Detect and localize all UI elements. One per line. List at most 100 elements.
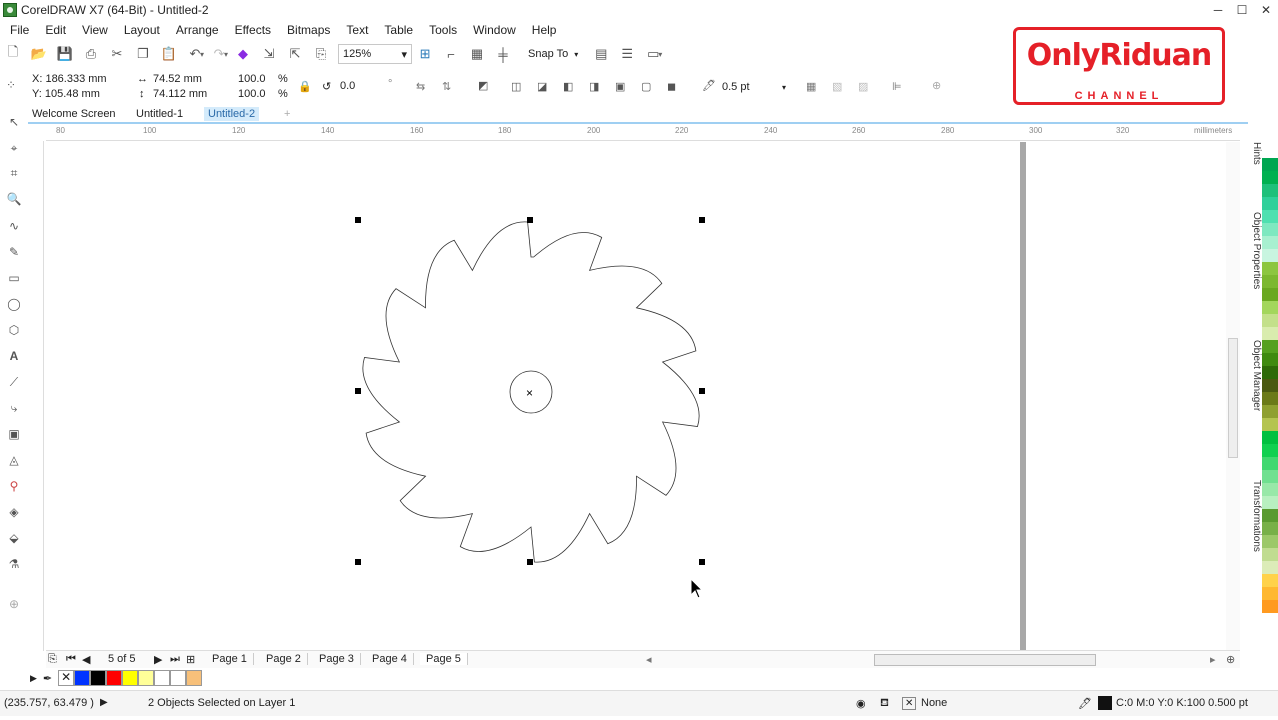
palette-swatch[interactable] <box>1262 587 1278 600</box>
parallel-dimension-tool-icon[interactable]: ⟋ <box>6 374 22 390</box>
eyedropper-icon[interactable]: ✒ <box>43 672 52 685</box>
redo-icon[interactable]: ↷ <box>206 43 232 65</box>
docker-tab-object-manager[interactable]: Object Manager <box>1244 340 1262 411</box>
to-back-icon[interactable]: ▨ <box>858 80 868 93</box>
swatch-none[interactable]: ✕ <box>58 670 75 686</box>
first-page-icon[interactable]: ⏮ <box>66 653 76 666</box>
crop-tool-icon[interactable]: ⌗ <box>6 165 22 181</box>
y-position-field[interactable]: Y: 105.48 mm <box>32 88 100 100</box>
selection-handle-br[interactable] <box>699 559 705 565</box>
height-field[interactable]: 74.112 mm <box>153 88 207 100</box>
width-field[interactable]: 74.52 mm <box>153 73 202 85</box>
rotation-angle-field[interactable]: 0.0 <box>340 80 355 92</box>
palette-swatch[interactable] <box>1262 223 1278 236</box>
color-eyedropper-tool-icon[interactable]: ⚲ <box>6 478 22 494</box>
back-minus-front-icon[interactable]: ▢ <box>641 80 651 93</box>
close-button[interactable]: ✕ <box>1254 0 1278 20</box>
palette-swatch[interactable] <box>1262 366 1278 379</box>
scale-width-field[interactable]: 100.0 <box>238 73 266 85</box>
palette-swatch[interactable] <box>1262 496 1278 509</box>
palette-swatch[interactable] <box>1262 418 1278 431</box>
text-tool-icon[interactable]: A <box>6 348 22 364</box>
show-rulers-icon[interactable]: ⌐ <box>438 43 464 65</box>
menu-view[interactable]: View <box>74 23 116 37</box>
menu-text[interactable]: Text <box>338 23 376 37</box>
palette-swatch[interactable] <box>1262 171 1278 184</box>
publish-pdf-icon[interactable]: ⎘ <box>308 43 334 65</box>
swatch-red[interactable] <box>106 670 123 686</box>
palette-swatch[interactable] <box>1262 262 1278 275</box>
swatch-yellow[interactable] <box>122 670 139 686</box>
tab-page-3[interactable]: Page 3 <box>313 653 361 665</box>
drop-shadow-tool-icon[interactable]: ▣ <box>6 426 22 442</box>
tab-page-1[interactable]: Page 1 <box>206 653 254 665</box>
palette-swatch[interactable] <box>1262 288 1278 301</box>
swatch-white-2[interactable] <box>170 670 187 686</box>
save-icon[interactable]: 💾 <box>52 43 78 65</box>
snap-to-dropdown[interactable]: Snap To ▾ <box>528 48 578 60</box>
intersect-icon[interactable]: ◧ <box>563 80 573 93</box>
docker-tab-object-properties[interactable]: Object Properties <box>1244 212 1262 289</box>
freehand-tool-icon[interactable]: ∿ <box>6 218 22 234</box>
swatch-white[interactable] <box>154 670 171 686</box>
palette-swatch[interactable] <box>1262 522 1278 535</box>
application-launcher-icon[interactable]: ☰ <box>614 43 640 65</box>
combine-icon[interactable]: ◩ <box>478 79 488 92</box>
vertical-ruler[interactable] <box>28 141 44 651</box>
palette-swatch[interactable] <box>1262 509 1278 522</box>
transparency-tool-icon[interactable]: ◬ <box>6 452 22 468</box>
ellipse-tool-icon[interactable]: ◯ <box>6 296 22 312</box>
palette-swatch[interactable] <box>1262 158 1278 171</box>
selection-handle-tl[interactable] <box>355 217 361 223</box>
menu-arrange[interactable]: Arrange <box>168 23 227 37</box>
menu-edit[interactable]: Edit <box>37 23 74 37</box>
connector-tool-icon[interactable]: ⤷ <box>6 400 22 416</box>
saw-blade-drawing[interactable]: × <box>46 142 1226 650</box>
palette-swatch[interactable] <box>1262 327 1278 340</box>
palette-swatch[interactable] <box>1262 561 1278 574</box>
zoom-tool-icon[interactable]: 🔍 <box>6 191 22 207</box>
palette-swatch[interactable] <box>1262 197 1278 210</box>
docker-tab-transformations[interactable]: Transformations <box>1244 480 1262 552</box>
palette-swatch[interactable] <box>1262 535 1278 548</box>
palette-swatch[interactable] <box>1262 600 1278 613</box>
add-tool-icon[interactable]: ⊕ <box>6 596 22 612</box>
palette-swatch[interactable] <box>1262 379 1278 392</box>
front-minus-back-icon[interactable]: ▣ <box>615 80 625 93</box>
minimize-button[interactable]: ─ <box>1206 0 1230 20</box>
weld-icon[interactable]: ◫ <box>511 80 521 93</box>
trim-icon[interactable]: ◪ <box>537 80 547 93</box>
swatch-blue[interactable] <box>74 670 91 686</box>
palette-swatch[interactable] <box>1262 392 1278 405</box>
maximize-button[interactable]: ☐ <box>1230 0 1254 20</box>
prev-page-icon[interactable]: ◀ <box>82 653 90 666</box>
swatch-light-yellow[interactable] <box>138 670 155 686</box>
palette-swatch[interactable] <box>1262 301 1278 314</box>
undo-icon[interactable]: ↶ <box>182 43 208 65</box>
undo-dropdown-icon[interactable]: ▾ <box>200 50 204 59</box>
launcher-icon[interactable]: ▭ <box>640 43 666 65</box>
palette-swatch[interactable] <box>1262 210 1278 223</box>
menu-file[interactable]: File <box>2 23 37 37</box>
align-distribute-icon[interactable]: ⊫ <box>892 80 902 93</box>
outline-width-combo[interactable]: 0.5 pt ▾ <box>718 77 790 97</box>
wrap-text-icon[interactable]: ▦ <box>806 80 816 93</box>
add-toolbar-icon[interactable]: ⊕ <box>932 79 941 92</box>
shape-tool-icon[interactable]: ⌖ <box>6 140 22 156</box>
palette-swatch[interactable] <box>1262 314 1278 327</box>
rectangle-tool-icon[interactable]: ▭ <box>6 270 22 286</box>
scroll-left-icon[interactable]: ◂ <box>646 653 652 666</box>
add-tab-icon[interactable]: + <box>280 107 294 121</box>
scroll-right-icon[interactable]: ▸ <box>1210 653 1216 666</box>
tab-page-4[interactable]: Page 4 <box>366 653 414 665</box>
play-icon[interactable]: ▶ <box>100 697 108 708</box>
selection-handle-mr[interactable] <box>699 388 705 394</box>
palette-swatch[interactable] <box>1262 275 1278 288</box>
zoom-navigator-icon[interactable]: ⊕ <box>1226 653 1235 666</box>
menu-help[interactable]: Help <box>524 23 565 37</box>
add-page-icon[interactable]: ⊞ <box>186 653 195 666</box>
palette-arrow-icon[interactable]: ▶ <box>30 673 37 684</box>
swatch-black[interactable] <box>90 670 107 686</box>
next-page-icon[interactable]: ▶ <box>154 653 162 666</box>
horizontal-ruler[interactable]: 80 100 120 140 160 180 200 220 240 260 2… <box>46 125 1240 141</box>
